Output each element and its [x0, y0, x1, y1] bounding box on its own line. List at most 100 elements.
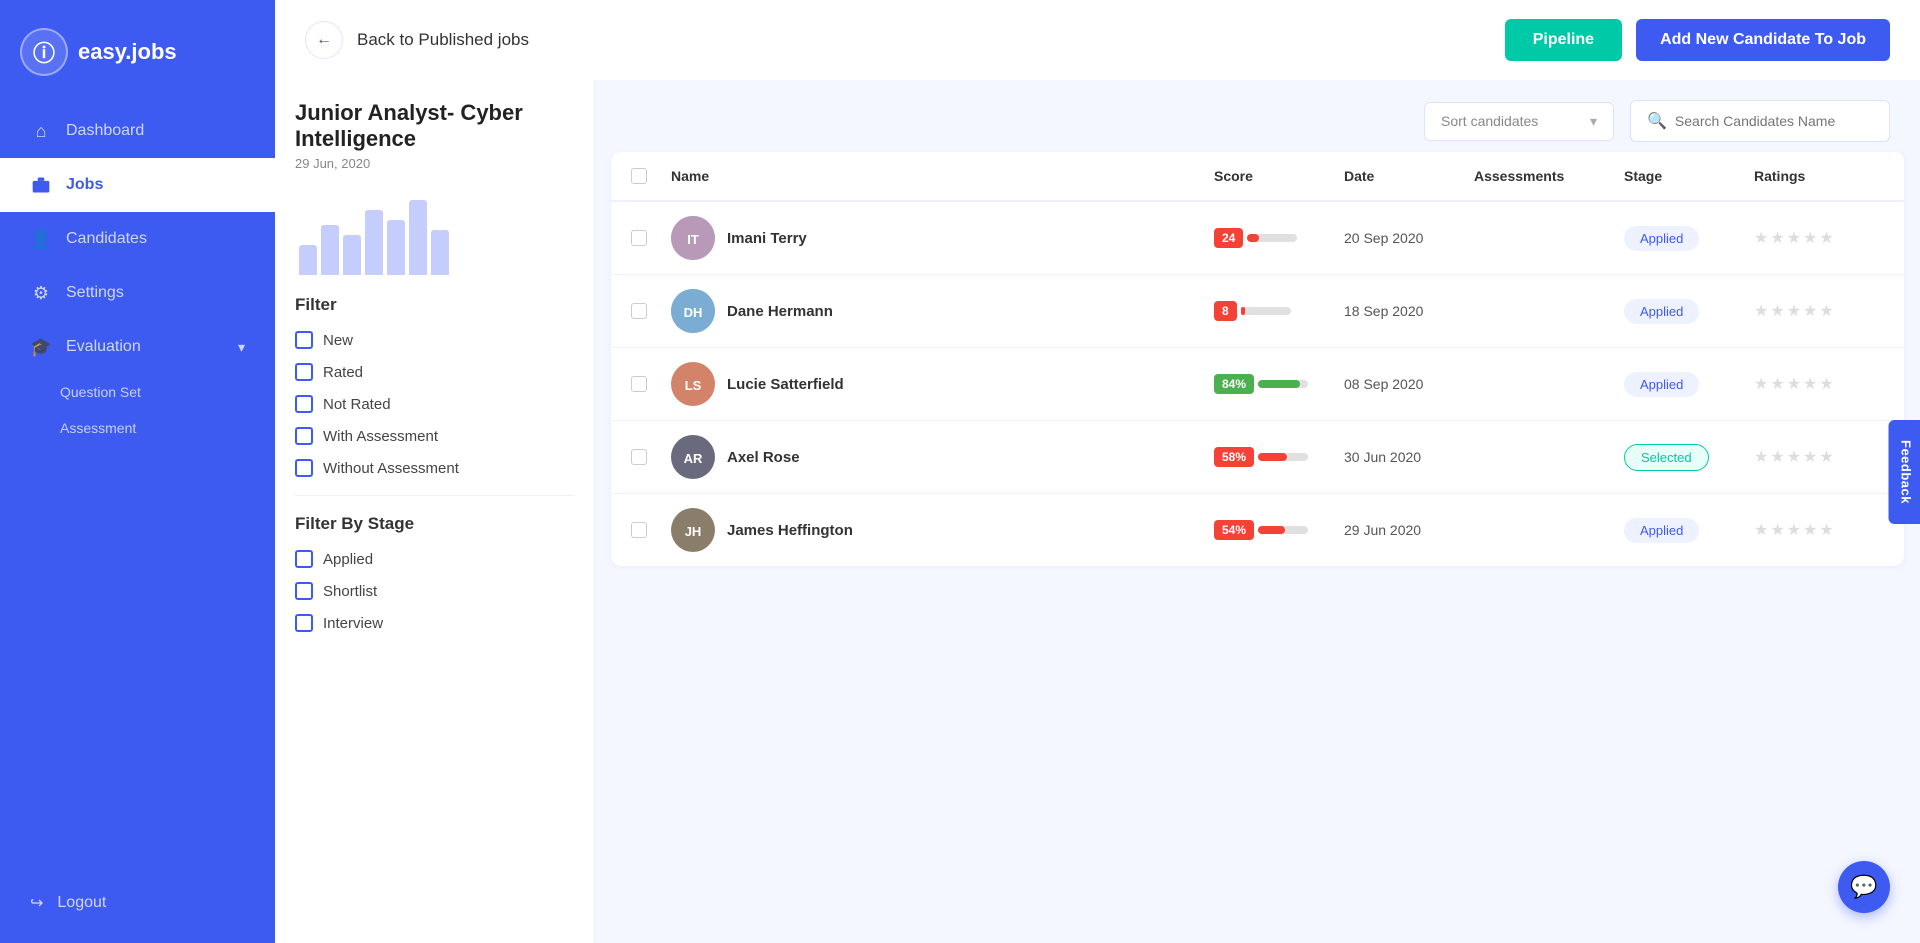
pipeline-button[interactable]: Pipeline: [1505, 19, 1622, 61]
stars-4[interactable]: ★ ★ ★ ★ ★: [1754, 447, 1884, 467]
star-2-5[interactable]: ★: [1819, 301, 1833, 321]
sidebar-subitem-question-set[interactable]: Question Set: [0, 374, 275, 410]
filter-panel: Junior Analyst- Cyber Intelligence 29 Ju…: [275, 80, 595, 943]
candidates-toolbar: Sort candidates ▾ 🔍: [595, 80, 1920, 152]
star-1-2[interactable]: ★: [1770, 228, 1784, 248]
header: ← Back to Published jobs Pipeline Add Ne…: [275, 0, 1920, 80]
chart-bar-3: [343, 235, 361, 275]
sidebar-item-candidates[interactable]: 👤 Candidates: [0, 212, 275, 266]
star-2-1[interactable]: ★: [1754, 301, 1768, 321]
sidebar-item-settings[interactable]: ⚙ Settings: [0, 266, 275, 320]
sidebar-subitem-assessment[interactable]: Assessment: [0, 410, 275, 446]
filter-item-shortlist[interactable]: Shortlist: [295, 582, 574, 600]
select-all-checkbox[interactable]: [631, 168, 647, 184]
filter-section-title: Filter: [295, 295, 574, 315]
search-input[interactable]: [1675, 113, 1873, 129]
score-fill-2: [1241, 307, 1245, 315]
score-tag-4: 58%: [1214, 447, 1254, 467]
logo-icon: ⓘ: [20, 28, 68, 76]
star-2-2[interactable]: ★: [1770, 301, 1784, 321]
star-5-5[interactable]: ★: [1819, 520, 1833, 540]
date-5: 29 Jun 2020: [1344, 522, 1474, 538]
date-4: 30 Jun 2020: [1344, 449, 1474, 465]
stars-3[interactable]: ★ ★ ★ ★ ★: [1754, 374, 1884, 394]
sidebar-item-dashboard[interactable]: ⌂ Dashboard: [0, 104, 275, 158]
filter-checkbox-interview[interactable]: [295, 614, 313, 632]
filter-label-interview: Interview: [323, 615, 383, 632]
filter-item-new[interactable]: New: [295, 331, 574, 349]
filter-checkbox-without-assessment[interactable]: [295, 459, 313, 477]
sort-dropdown[interactable]: Sort candidates ▾: [1424, 102, 1614, 141]
score-tag-2: 8: [1214, 301, 1237, 321]
avatar-2: DH: [671, 289, 715, 333]
settings-icon: ⚙: [30, 282, 52, 304]
star-4-4[interactable]: ★: [1803, 447, 1817, 467]
back-button[interactable]: ←: [305, 21, 343, 59]
score-fill-1: [1247, 234, 1259, 242]
filter-checkbox-new[interactable]: [295, 331, 313, 349]
add-candidate-button[interactable]: Add New Candidate To Job: [1636, 19, 1890, 61]
star-4-5[interactable]: ★: [1819, 447, 1833, 467]
sidebar-item-evaluation[interactable]: 🎓 Evaluation ▾: [0, 320, 275, 374]
table-row: IT Imani Terry 24 20 Sep 2020 Applied: [611, 202, 1904, 275]
filter-checkbox-not-rated[interactable]: [295, 395, 313, 413]
filter-stage-title: Filter By Stage: [295, 514, 574, 534]
stage-2: Applied: [1624, 299, 1754, 324]
sidebar-label-candidates: Candidates: [66, 230, 147, 248]
col-header-score: Score: [1214, 168, 1344, 184]
date-2: 18 Sep 2020: [1344, 303, 1474, 319]
logout-button[interactable]: ↪ Logout: [30, 883, 245, 923]
star-2-3[interactable]: ★: [1787, 301, 1801, 321]
star-5-1[interactable]: ★: [1754, 520, 1768, 540]
filter-checkbox-rated[interactable]: [295, 363, 313, 381]
star-3-3[interactable]: ★: [1787, 374, 1801, 394]
chat-button[interactable]: 💬: [1838, 861, 1890, 913]
col-header-name: Name: [671, 168, 1214, 184]
star-2-4[interactable]: ★: [1803, 301, 1817, 321]
filter-checkbox-shortlist[interactable]: [295, 582, 313, 600]
sidebar: ⓘ easy.jobs ⌂ Dashboard Jobs 👤 Candidate…: [0, 0, 275, 943]
chart-bar-5: [387, 220, 405, 275]
star-3-2[interactable]: ★: [1770, 374, 1784, 394]
filter-checkbox-with-assessment[interactable]: [295, 427, 313, 445]
star-3-5[interactable]: ★: [1819, 374, 1833, 394]
score-tag-1: 24: [1214, 228, 1243, 248]
filter-item-rated[interactable]: Rated: [295, 363, 574, 381]
filter-item-not-rated[interactable]: Not Rated: [295, 395, 574, 413]
sidebar-item-jobs[interactable]: Jobs: [0, 158, 275, 212]
stars-5[interactable]: ★ ★ ★ ★ ★: [1754, 520, 1884, 540]
filter-item-without-assessment[interactable]: Without Assessment: [295, 459, 574, 477]
star-5-3[interactable]: ★: [1787, 520, 1801, 540]
header-right: Pipeline Add New Candidate To Job: [1505, 19, 1890, 61]
row-checkbox-1[interactable]: [631, 230, 671, 246]
feedback-tab[interactable]: Feedback: [1889, 420, 1920, 524]
star-3-1[interactable]: ★: [1754, 374, 1768, 394]
star-4-3[interactable]: ★: [1787, 447, 1801, 467]
star-1-3[interactable]: ★: [1787, 228, 1801, 248]
header-left: ← Back to Published jobs: [305, 21, 529, 59]
filter-item-with-assessment[interactable]: With Assessment: [295, 427, 574, 445]
table-row: DH Dane Hermann 8 18 Sep 2020 Applied: [611, 275, 1904, 348]
logo-area: ⓘ easy.jobs: [0, 0, 275, 104]
stars-2[interactable]: ★ ★ ★ ★ ★: [1754, 301, 1884, 321]
row-checkbox-4[interactable]: [631, 449, 671, 465]
star-4-1[interactable]: ★: [1754, 447, 1768, 467]
row-checkbox-5[interactable]: [631, 522, 671, 538]
star-4-2[interactable]: ★: [1770, 447, 1784, 467]
filter-item-interview[interactable]: Interview: [295, 614, 574, 632]
avatar-3: LS: [671, 362, 715, 406]
row-checkbox-2[interactable]: [631, 303, 671, 319]
star-1-1[interactable]: ★: [1754, 228, 1768, 248]
star-1-5[interactable]: ★: [1819, 228, 1833, 248]
stars-1[interactable]: ★ ★ ★ ★ ★: [1754, 228, 1884, 248]
filter-item-applied[interactable]: Applied: [295, 550, 574, 568]
filter-label-without-assessment: Without Assessment: [323, 460, 459, 477]
score-3: 84%: [1214, 374, 1344, 394]
star-3-4[interactable]: ★: [1803, 374, 1817, 394]
row-checkbox-3[interactable]: [631, 376, 671, 392]
star-5-4[interactable]: ★: [1803, 520, 1817, 540]
logout-icon: ↪: [30, 893, 43, 913]
filter-checkbox-applied[interactable]: [295, 550, 313, 568]
star-5-2[interactable]: ★: [1770, 520, 1784, 540]
star-1-4[interactable]: ★: [1803, 228, 1817, 248]
